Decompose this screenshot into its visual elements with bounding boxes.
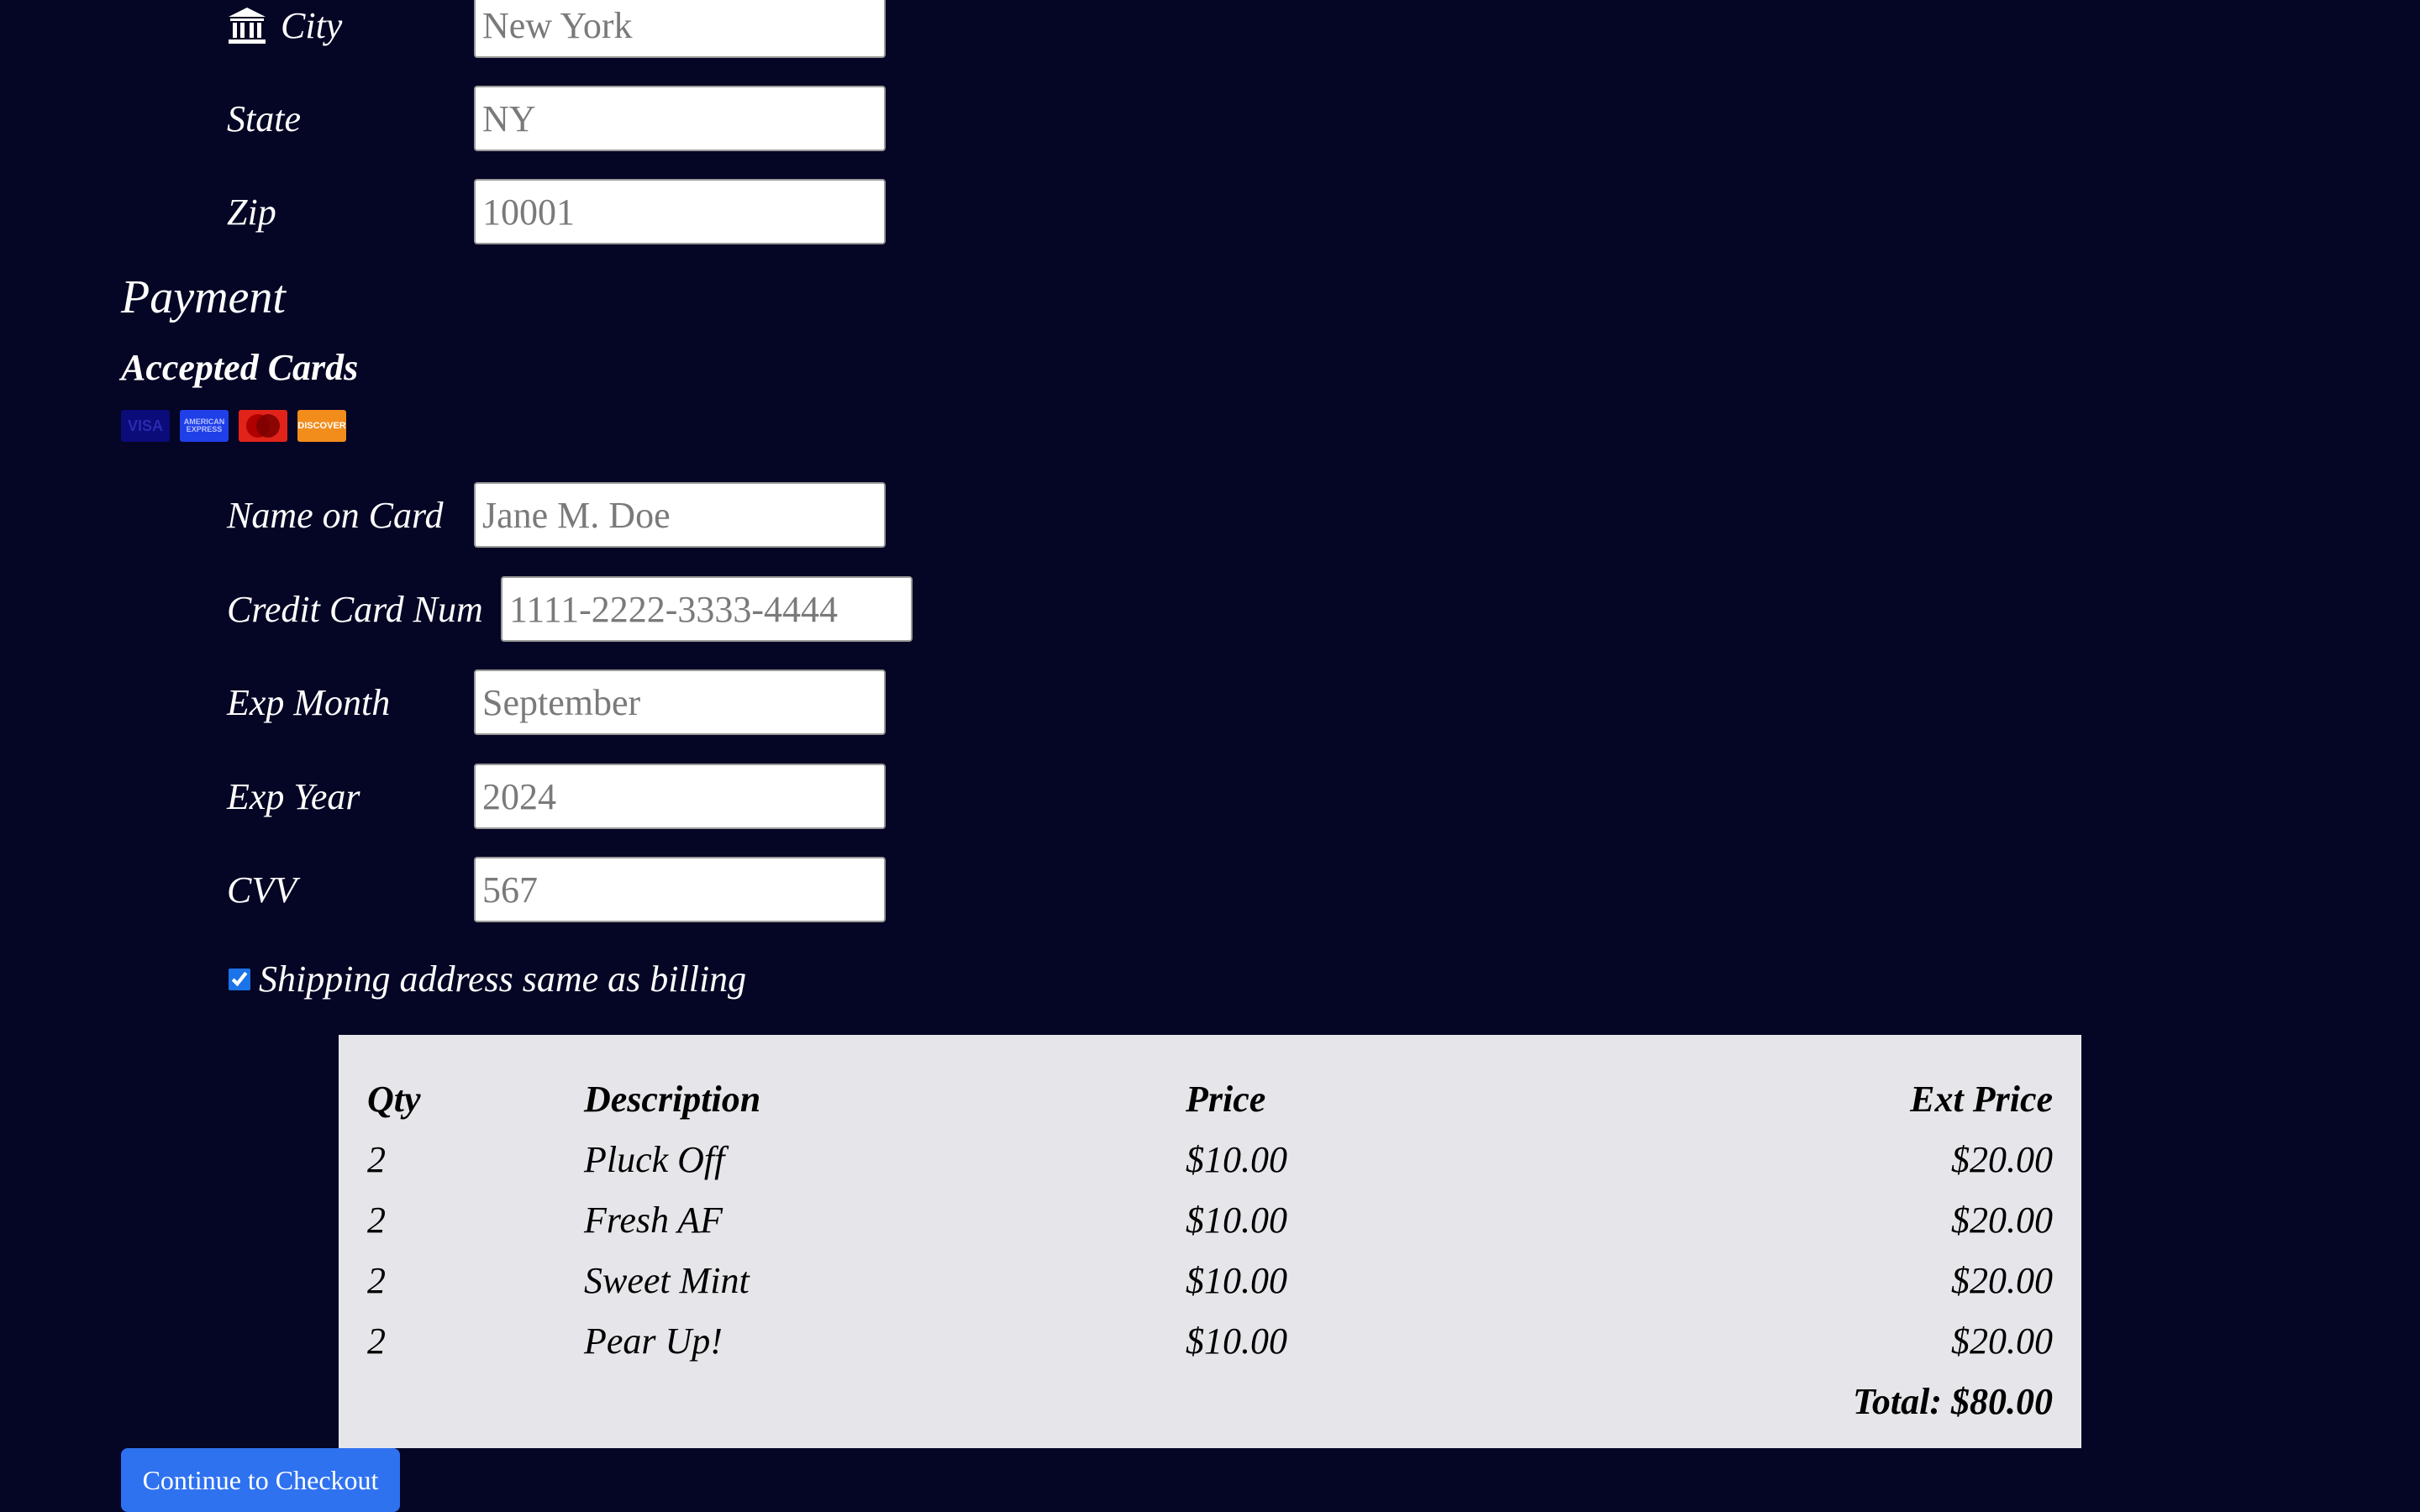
amex-icon: AMERICAN EXPRESS <box>180 410 229 442</box>
state-label: State <box>227 97 301 139</box>
city-row: City <box>227 0 886 58</box>
price-header: Price <box>1186 1078 1266 1120</box>
state-row: State <box>227 86 886 151</box>
ext-price-cell: $20.00 <box>1951 1199 2053 1241</box>
description-cell: Fresh AF <box>584 1199 723 1241</box>
qty-cell: 2 <box>367 1138 386 1180</box>
qty-cell: 2 <box>367 1320 386 1362</box>
zip-input[interactable] <box>474 179 886 244</box>
description-cell: Sweet Mint <box>584 1259 750 1301</box>
state-input[interactable] <box>474 86 886 151</box>
ext-price-header: Ext Price <box>1910 1078 2053 1120</box>
table-row: 2 Pear Up! $10.00 $20.00 <box>367 1310 2053 1371</box>
price-cell: $10.00 <box>1186 1259 1287 1301</box>
mastercard-icon <box>239 410 287 442</box>
qty-cell: 2 <box>367 1199 386 1241</box>
city-label-wrap: City <box>227 4 474 47</box>
city-label: City <box>281 4 343 46</box>
price-cell: $10.00 <box>1186 1320 1287 1362</box>
exp-month-label: Exp Month <box>227 681 391 723</box>
exp-year-row: Exp Year <box>227 764 886 829</box>
discover-icon: DISCOVER <box>297 410 346 442</box>
city-input[interactable] <box>474 0 886 58</box>
card-icons: VISA AMERICAN EXPRESS DISCOVER <box>121 410 346 442</box>
accepted-cards-heading: Accepted Cards <box>121 347 359 388</box>
order-summary: Qty Description Price Ext Price 2 Pluck … <box>339 1035 2081 1448</box>
zip-label: Zip <box>227 191 276 233</box>
shipping-same-checkbox[interactable] <box>229 968 250 990</box>
price-cell: $10.00 <box>1186 1199 1287 1241</box>
cvv-row: CVV <box>227 857 886 922</box>
visa-icon: VISA <box>121 410 170 442</box>
table-row: 2 Pluck Off $10.00 $20.00 <box>367 1129 2053 1189</box>
payment-heading: Payment <box>121 271 286 323</box>
description-cell: Pluck Off <box>584 1138 725 1180</box>
exp-month-input[interactable] <box>474 669 886 735</box>
name-on-card-label: Name on Card <box>227 494 444 536</box>
order-total: Total: $80.00 <box>1853 1380 2053 1422</box>
shipping-same-row[interactable]: Shipping address same as billing <box>227 958 746 1000</box>
mastercard-circle-right <box>256 414 280 438</box>
zip-row: Zip <box>227 179 886 244</box>
total-row: Total: $80.00 <box>367 1371 2053 1431</box>
ext-price-cell: $20.00 <box>1951 1259 2053 1301</box>
card-number-input[interactable] <box>501 576 913 642</box>
card-number-label: Credit Card Num <box>227 588 483 630</box>
name-on-card-input[interactable] <box>474 482 886 548</box>
price-cell: $10.00 <box>1186 1138 1287 1180</box>
table-row: 2 Fresh AF $10.00 $20.00 <box>367 1189 2053 1250</box>
ext-price-cell: $20.00 <box>1951 1320 2053 1362</box>
cvv-label: CVV <box>227 869 297 911</box>
continue-to-checkout-button[interactable]: Continue to Checkout <box>121 1448 400 1512</box>
bank-icon <box>229 8 266 44</box>
table-header-row: Qty Description Price Ext Price <box>367 1068 2053 1129</box>
exp-year-label: Exp Year <box>227 775 360 817</box>
exp-month-row: Exp Month <box>227 669 886 735</box>
description-header: Description <box>584 1078 761 1120</box>
qty-cell: 2 <box>367 1259 386 1301</box>
shipping-same-label: Shipping address same as billing <box>259 958 747 1000</box>
table-row: 2 Sweet Mint $10.00 $20.00 <box>367 1250 2053 1310</box>
qty-header: Qty <box>367 1078 421 1120</box>
card-number-row: Credit Card Num <box>227 576 913 642</box>
cvv-input[interactable] <box>474 857 886 922</box>
order-table: Qty Description Price Ext Price 2 Pluck … <box>367 1068 2053 1431</box>
exp-year-input[interactable] <box>474 764 886 829</box>
ext-price-cell: $20.00 <box>1951 1138 2053 1180</box>
description-cell: Pear Up! <box>584 1320 723 1362</box>
name-on-card-row: Name on Card <box>227 482 886 548</box>
